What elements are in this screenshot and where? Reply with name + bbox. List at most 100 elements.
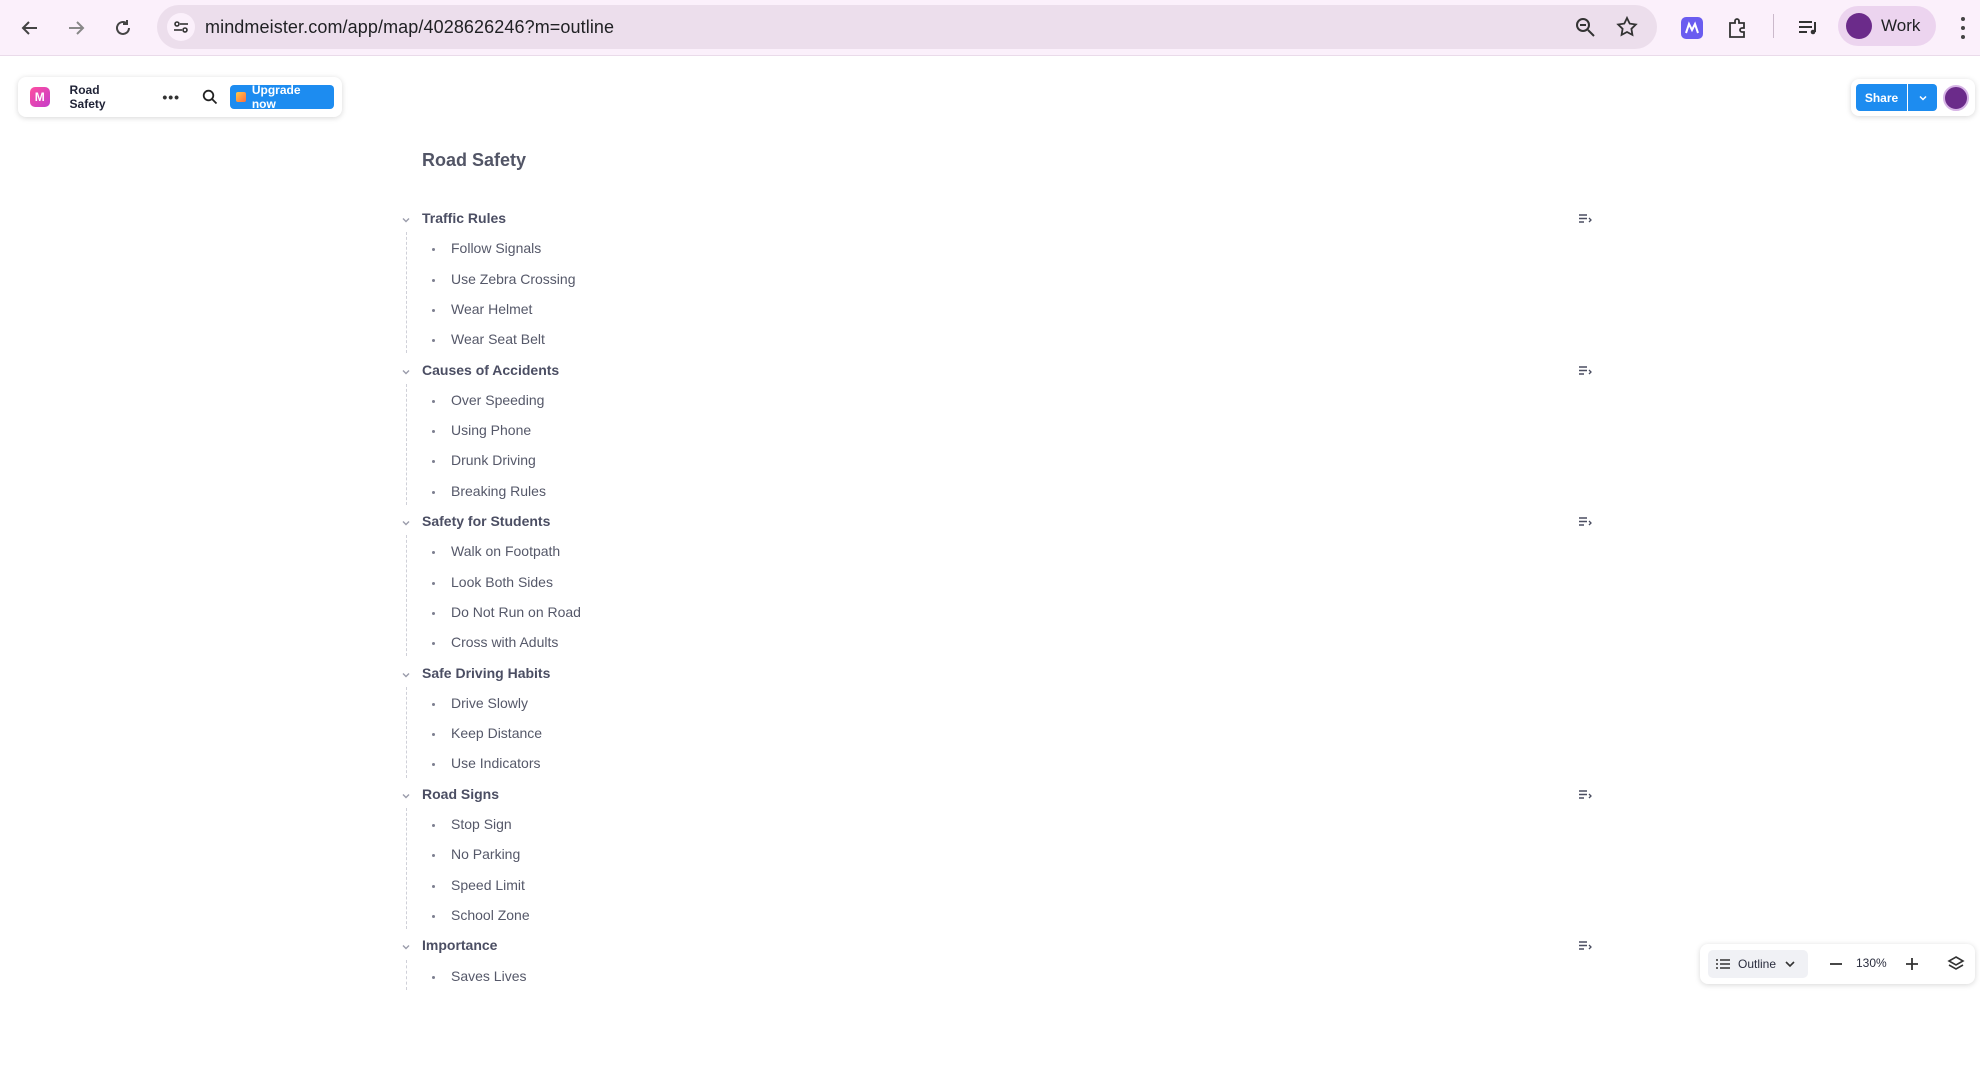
outline-subtopic[interactable]: Over Speeding [432,386,1032,416]
collapse-chevron-icon[interactable] [400,365,412,383]
topic-label: Causes of Accidents [422,361,560,378]
view-controls: Outline 130% [1700,944,1975,984]
outline-subtopic[interactable]: Do Not Run on Road [432,598,1032,628]
outline-subtopic[interactable]: School Zone [432,901,1032,931]
subtopic-label: Look Both Sides [451,573,553,590]
outline-subtopic[interactable]: Using Phone [432,416,1032,446]
bullet-icon [432,642,435,646]
note-icon[interactable] [1578,939,1592,957]
bullet-icon [432,278,435,282]
subtopic-label: Cross with Adults [451,634,559,651]
outline-topic[interactable]: Importance [400,931,1600,961]
outline-subtopic[interactable]: Walk on Footpath [432,537,1032,567]
media-controls-icon[interactable] [1792,12,1824,44]
bullet-icon [432,490,435,494]
bullet-icon [432,339,435,343]
note-icon[interactable] [1578,212,1592,230]
outline-subtopic[interactable]: Keep Distance [432,719,1032,749]
subtopic-label: Saves Lives [451,967,527,984]
mindmeister-extension-icon[interactable] [1676,12,1708,44]
bullet-icon [432,884,435,888]
topic-label: Importance [422,937,498,954]
zoom-out-button[interactable] [1824,952,1848,981]
collapse-chevron-icon[interactable] [400,789,412,807]
search-icon[interactable] [202,89,218,105]
topic-label: Safe Driving Habits [422,664,551,681]
note-icon[interactable] [1578,788,1592,806]
share-button[interactable]: Share [1856,84,1907,111]
collapse-chevron-icon[interactable] [400,668,412,686]
zoom-icon[interactable] [1573,15,1597,44]
outline-subtopic[interactable]: No Parking [432,840,1032,870]
outline-subtopic[interactable]: Drunk Driving [432,446,1032,476]
reload-icon[interactable] [107,12,139,44]
subtopic-label: Use Indicators [451,755,541,772]
browser-toolbar: mindmeister.com/app/map/4028626246?m=out… [0,0,1980,56]
subtopic-label: Over Speeding [451,391,545,408]
more-options-button[interactable]: ••• [162,89,180,105]
site-info-icon[interactable] [167,13,195,41]
list-icon [1716,959,1730,969]
user-avatar[interactable] [1943,84,1969,111]
back-icon[interactable] [14,12,46,44]
collapse-chevron-icon[interactable] [400,516,412,534]
zoom-in-button[interactable] [1900,952,1924,981]
collapse-chevron-icon[interactable] [400,940,412,958]
outline-subtopic[interactable]: Stop Sign [432,810,1032,840]
url-text: mindmeister.com/app/map/4028626246?m=out… [205,17,615,37]
indent-guide [406,808,407,930]
bullet-icon [432,733,435,737]
indent-guide [406,535,407,657]
outline-subtopic[interactable]: Speed Limit [432,871,1032,901]
subtopic-label: Do Not Run on Road [451,603,581,620]
subtopic-label: Wear Seat Belt [451,331,545,348]
upgrade-gem-icon [236,92,246,102]
chevron-down-icon [1918,95,1927,101]
zoom-level[interactable]: 130% [1856,956,1887,970]
share-group: Share [1851,79,1975,116]
subtopic-label: Drive Slowly [451,694,529,711]
address-bar[interactable]: mindmeister.com/app/map/4028626246?m=out… [157,5,1657,49]
profile-button[interactable]: Work [1838,6,1936,46]
outline-topic[interactable]: Road Signs [400,780,1600,810]
layers-icon[interactable] [1944,952,1968,981]
outline-topic[interactable]: Safe Driving Habits [400,659,1600,689]
note-icon[interactable] [1578,364,1592,382]
browser-menu-icon[interactable] [1955,14,1971,42]
view-mode-label: Outline [1738,957,1777,971]
outline-subtopic[interactable]: Use Zebra Crossing [432,265,1032,295]
outline-subtopic[interactable]: Cross with Adults [432,628,1032,658]
subtopic-label: Using Phone [451,422,532,439]
outline-subtopic[interactable]: Follow Signals [432,234,1032,264]
outline-subtopic[interactable]: Breaking Rules [432,477,1032,507]
bullet-icon [432,460,435,464]
outline-topic[interactable]: Traffic Rules [400,204,1600,234]
map-title[interactable]: Road Safety [70,83,138,111]
outline-subtopic[interactable]: Look Both Sides [432,568,1032,598]
outline-subtopic[interactable]: Use Indicators [432,749,1032,779]
outline-topic[interactable]: Causes of Accidents [400,356,1600,386]
profile-avatar [1846,13,1872,39]
outline-subtopic[interactable]: Drive Slowly [432,689,1032,719]
subtopic-label: Breaking Rules [451,482,546,499]
upgrade-button[interactable]: Upgrade now [230,83,334,111]
bullet-icon [432,763,435,767]
view-mode-select[interactable]: Outline [1708,950,1808,978]
share-dropdown-button[interactable] [1908,84,1937,111]
subtopic-label: Follow Signals [451,240,542,257]
extensions-puzzle-icon[interactable] [1722,12,1754,44]
outline-subtopic[interactable]: Wear Seat Belt [432,325,1032,355]
outline-topic[interactable]: Safety for Students [400,507,1600,537]
bullet-icon [432,854,435,858]
collapse-chevron-icon[interactable] [400,213,412,231]
upgrade-label: Upgrade now [251,83,301,111]
outline-subtopic[interactable]: Wear Helmet [432,295,1032,325]
note-icon[interactable] [1578,515,1592,533]
outline-subtopic[interactable]: Saves Lives [432,962,1032,992]
bullet-icon [432,702,435,706]
mindmeister-logo[interactable]: M [30,87,50,107]
bullet-icon [432,611,435,615]
bookmark-star-icon[interactable] [1615,15,1639,44]
forward-icon[interactable] [60,12,92,44]
outline-title[interactable]: Road Safety [422,150,526,171]
